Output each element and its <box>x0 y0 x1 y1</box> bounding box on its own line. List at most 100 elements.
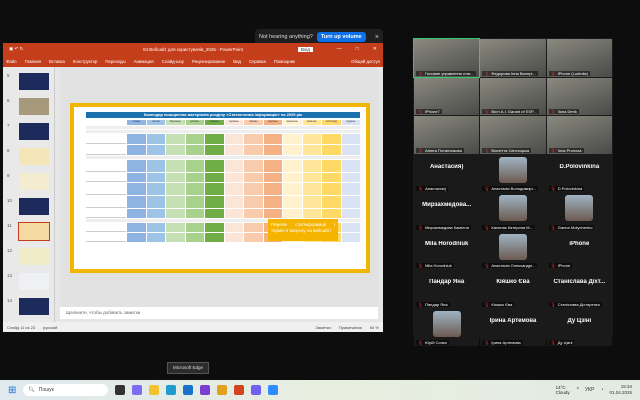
sign-in-button[interactable]: Вхід <box>298 46 313 52</box>
participant-tile[interactable]: 🎙︎ Федорова Інна Валері... <box>480 39 546 77</box>
slide-thumbnail[interactable]: 10 <box>7 198 49 215</box>
notes-pane[interactable]: Щелкните, чтобы добавить заметки <box>60 307 378 319</box>
participant-tile[interactable]: Станіслава Діхт... 🎙︎ Станіслава Діхтяренк… <box>546 270 612 308</box>
slide-thumbnail[interactable]: 7 <box>7 123 49 140</box>
save-icon[interactable]: ▣ ↶ ↻ <box>9 46 23 52</box>
participant-tile[interactable]: Ірина Артемова 🎙︎ Ірина Артемова <box>480 308 546 346</box>
menu-tab[interactable]: Слайд-шоу <box>162 59 184 64</box>
participant-tile[interactable]: 🎙︎ Inna Pronoza <box>546 116 612 154</box>
close-icon[interactable]: × <box>375 34 379 41</box>
slide-thumbnail[interactable]: 8 <box>7 148 49 165</box>
slide-thumbnail[interactable]: 11 <box>7 222 50 241</box>
participant-label: 🎙︎ Вісті А.І. Garant of ESP... <box>482 109 539 114</box>
minimize-icon[interactable]: — <box>337 46 342 52</box>
menu-tab[interactable]: Справка <box>249 59 266 64</box>
store-icon[interactable] <box>183 385 194 395</box>
participant-tile[interactable]: 🎙︎ Калиняк Катерина М... <box>480 193 546 231</box>
participant-tile[interactable]: 🎙︎ Віолетта Світлицька <box>480 116 546 154</box>
participant-label: 🎙︎ Ірина Артемова <box>482 340 523 345</box>
calendar-cell <box>146 209 165 218</box>
chrome-icon[interactable] <box>217 385 228 395</box>
viber-icon[interactable] <box>251 385 262 395</box>
menu-tab[interactable]: Конструктор <box>73 59 98 64</box>
chevron-up-icon[interactable]: ^ <box>577 387 579 393</box>
menu-tab[interactable]: Файл <box>6 59 17 64</box>
muted-mic-icon: 🎙︎ <box>484 224 490 230</box>
participant-name: Віолетта Світлицька <box>491 147 530 153</box>
participant-tile[interactable]: 🎙︎ Ilona Derik <box>546 77 612 115</box>
participant-label: 🎙︎ Юрій Сопко <box>416 340 449 345</box>
calendar-cell <box>224 209 243 218</box>
thumbnail-preview <box>19 298 49 315</box>
powerpoint-icon[interactable] <box>234 385 245 395</box>
participant-tile[interactable]: 🎙︎ Анюта Потапчикова <box>414 116 480 154</box>
maximize-icon[interactable]: □ <box>356 46 359 52</box>
slide-thumbnail[interactable]: 5 <box>7 73 49 90</box>
turn-up-volume-button[interactable]: Turn up volume <box>316 32 366 42</box>
calendar-cell <box>166 160 185 172</box>
calendar-cell <box>185 145 204 155</box>
close-window-icon[interactable]: ✕ <box>373 46 377 52</box>
menu-tab[interactable]: Помощник <box>274 59 295 64</box>
file-explorer-dark-icon[interactable] <box>115 385 126 395</box>
comments-button[interactable]: Примечания <box>339 325 362 330</box>
weather-widget[interactable]: 14°C Cloudy <box>556 385 570 395</box>
menu-tab[interactable]: Вид <box>233 59 241 64</box>
calendar-cell <box>302 183 321 195</box>
slide-number: 13 <box>7 273 13 278</box>
slide-editor[interactable]: Календар поширення матеріалів розділу «С… <box>60 67 378 307</box>
participant-tile[interactable]: Кіяшко Єва 🎙︎ Кіяшко Єва <box>480 270 546 308</box>
menu-tab[interactable]: Рецензирование <box>192 59 225 64</box>
zoom-icon[interactable] <box>268 385 279 395</box>
calendar-cell <box>341 223 360 232</box>
clock[interactable]: 15:34 01.04.2025 <box>609 384 632 396</box>
share-button[interactable]: Общий доступ <box>351 59 380 64</box>
participant-tile[interactable]: 🎙︎ Анастасія Олександрі... <box>480 231 546 269</box>
notes-button[interactable]: Заметки <box>315 325 330 330</box>
row-label <box>86 209 126 218</box>
zoom-level[interactable]: 64 % <box>370 325 379 330</box>
slide-thumbnail[interactable]: 12 <box>7 248 49 265</box>
file-explorer-icon[interactable] <box>149 385 160 395</box>
menu-tab[interactable]: Переходы <box>105 59 125 64</box>
calendar-cell <box>224 223 243 232</box>
menu-tab[interactable]: Главная <box>25 59 41 64</box>
participant-name: Inna Pronoza <box>557 147 582 153</box>
participant-tile[interactable]: 🎙︎ Анастасія Володимирі... <box>480 154 546 192</box>
participant-tile[interactable]: Мирзахмедова... 🎙︎ Мирзахмедова Камілла <box>414 193 480 231</box>
menu-tab[interactable]: Анимация <box>134 59 154 64</box>
slide-thumbnail[interactable]: 13 <box>7 273 49 290</box>
wifi-icon[interactable]: ◔ <box>600 387 603 393</box>
language-indicator[interactable]: УКР <box>585 387 594 393</box>
slide-thumbnail[interactable]: 9 <box>7 173 49 190</box>
search-box[interactable]: 🔍︎ Пошук <box>23 384 109 396</box>
app-purple-icon[interactable] <box>200 385 211 395</box>
language: русский <box>43 324 58 330</box>
participant-tile[interactable]: Ду Цзіні 🎙︎ Ду Цзіні <box>546 308 612 346</box>
edge-icon[interactable] <box>166 385 177 395</box>
callout-box: Перелік статінформації і термін її випус… <box>268 219 338 241</box>
participant-tile[interactable]: Mila Horodniuk 🎙︎ Mila Horodniuk <box>414 231 480 269</box>
participant-tile[interactable]: 🎙︎ iPhone (Ludmila) <box>546 39 612 77</box>
slide-thumbnail[interactable]: 6 <box>7 98 49 115</box>
participant-tile[interactable]: Анастасия) 🎙︎ Анастасия) <box>414 154 480 192</box>
copilot-icon[interactable] <box>132 385 143 395</box>
participant-tile[interactable]: iPhone 🎙︎ iPhone <box>546 231 612 269</box>
calendar-cell <box>341 134 360 144</box>
month-header: жовтень <box>302 120 321 125</box>
windows-start-icon[interactable]: ⊞ <box>8 385 16 396</box>
calendar-cell <box>127 145 146 155</box>
participant-name-large: iPhone <box>569 240 590 247</box>
participant-tile[interactable]: 🎙︎ Ganna Motychenko <box>546 193 612 231</box>
calendar-cell <box>146 134 165 144</box>
participant-tile[interactable]: 🎙︎ Головне управління стат... <box>412 38 481 78</box>
participant-tile[interactable]: 🎙︎ Юрій Сопко <box>414 308 480 346</box>
participant-label: 🎙︎ Мирзахмедова Камілла <box>416 224 471 230</box>
slide-thumbnail[interactable]: 14 <box>7 298 49 315</box>
participant-tile[interactable]: Пандар Яна 🎙︎ Пандар Яна <box>414 270 480 308</box>
participant-tile[interactable]: 🎙︎ iPhone7 <box>414 77 480 115</box>
current-slide[interactable]: Календар поширення матеріалів розділу «С… <box>70 103 370 273</box>
participant-tile[interactable]: D.Polovinkina 🎙︎ D.Polovinkina <box>546 154 612 192</box>
menu-tab[interactable]: Вставка <box>49 59 65 64</box>
participant-tile[interactable]: 🎙︎ Вісті А.І. Garant of ESP... <box>480 77 546 115</box>
